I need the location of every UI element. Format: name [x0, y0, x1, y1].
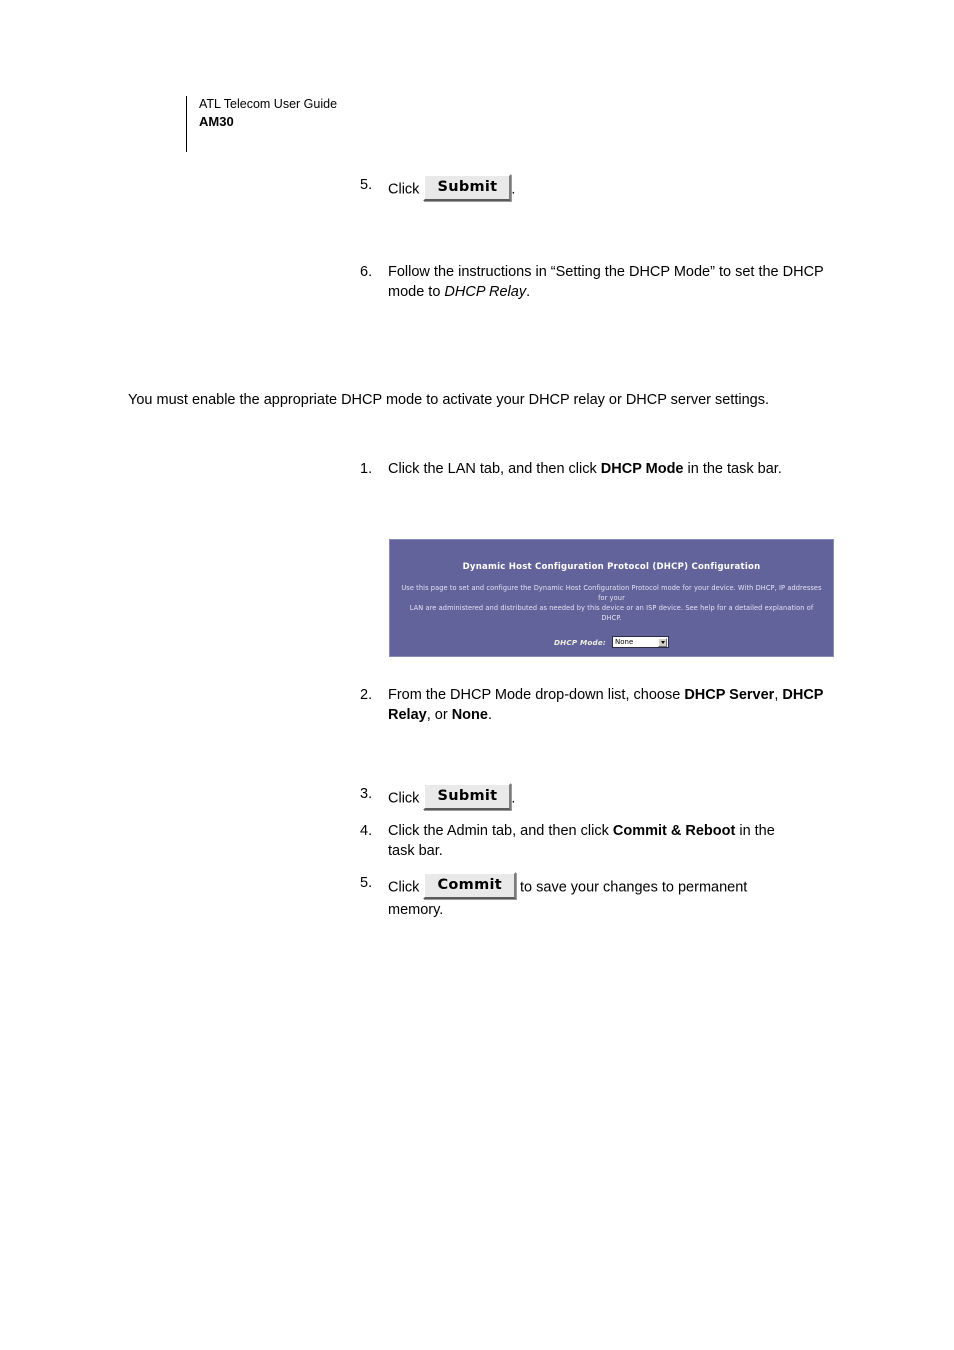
- step-item-5: 5. Click Commit to save your changes to …: [360, 872, 800, 921]
- commit-button[interactable]: Commit: [423, 872, 516, 899]
- step-body: Click the Admin tab, and then click Comm…: [388, 822, 805, 861]
- step-text-emphasis: DHCP Relay: [444, 283, 527, 300]
- running-header: ATL Telecom User Guide AM30: [186, 96, 337, 152]
- step-number: 1.: [360, 461, 373, 477]
- step-number: 4.: [360, 823, 373, 839]
- screenshot-description: Use this page to set and configure the D…: [400, 583, 823, 623]
- step-text-tail: in the task bar.: [683, 461, 782, 477]
- dhcp-mode-select[interactable]: None: [612, 636, 669, 648]
- step-text-period: .: [511, 181, 516, 198]
- step-body: Click Submit.: [388, 174, 830, 203]
- step-body: Follow the instructions in “Setting the …: [388, 263, 830, 302]
- step-text: Click the LAN tab, and then click: [388, 461, 601, 477]
- step-number: 2.: [360, 687, 373, 703]
- step-item-3: 3. Click Submit.: [360, 783, 830, 812]
- step-text-sep2: , or: [426, 706, 452, 723]
- screenshot-title: Dynamic Host Configuration Protocol (DHC…: [462, 562, 761, 572]
- step-number: 3.: [360, 786, 373, 802]
- step-text: From the DHCP Mode drop-down list, choos…: [388, 687, 685, 703]
- step-item-1: 1. Click the LAN tab, and then click DHC…: [360, 460, 800, 480]
- submit-button[interactable]: Submit: [423, 174, 512, 201]
- intro-paragraph: You must enable the appropriate DHCP mod…: [128, 392, 769, 408]
- step-text-strong-none: None: [451, 706, 488, 723]
- step-item-2: 2. From the DHCP Mode drop-down list, ch…: [360, 686, 840, 725]
- model-name: AM30: [199, 114, 234, 129]
- step-body: Click the LAN tab, and then click DHCP M…: [388, 460, 800, 480]
- screenshot-description-line1: Use this page to set and configure the D…: [401, 584, 822, 602]
- step-body: Click Commit to save your changes to per…: [388, 872, 800, 921]
- step-text: Click the Admin tab, and then click: [388, 823, 613, 839]
- step-text-period: .: [526, 283, 531, 300]
- step-number: 5.: [360, 177, 373, 193]
- step-body: From the DHCP Mode drop-down list, choos…: [388, 686, 840, 725]
- step-text: Click: [388, 181, 420, 198]
- step-text-strong: Commit & Reboot: [612, 823, 736, 839]
- step-text: Click: [388, 879, 420, 896]
- step-text-strong: DHCP Mode: [600, 461, 684, 477]
- chevron-down-icon[interactable]: [658, 637, 667, 647]
- dhcp-mode-field-row: DHCP Mode: None: [390, 636, 833, 648]
- step-text-period: .: [487, 706, 492, 723]
- dhcp-mode-label: DHCP Mode:: [553, 637, 606, 647]
- step-item-4: 4. Click the Admin tab, and then click C…: [360, 822, 805, 861]
- screenshot-description-line2: LAN are administered and distributed as …: [409, 604, 814, 622]
- dhcp-mode-selected-value: None: [615, 638, 634, 646]
- step-text-period: .: [511, 790, 516, 807]
- step-text-strong-server: DHCP Server: [684, 687, 775, 703]
- submit-button[interactable]: Submit: [423, 783, 512, 810]
- dhcp-configuration-screenshot: Dynamic Host Configuration Protocol (DHC…: [389, 539, 834, 657]
- step-number: 6.: [360, 264, 373, 280]
- step-item-prev-6: 6. Follow the instructions in “Setting t…: [360, 263, 830, 302]
- step-item-prev-5: 5. Click Submit.: [360, 174, 830, 203]
- step-text: Click: [388, 790, 420, 807]
- guide-title: ATL Telecom User Guide: [199, 97, 338, 111]
- step-body: Click Submit.: [388, 783, 830, 812]
- step-number: 5.: [360, 875, 373, 891]
